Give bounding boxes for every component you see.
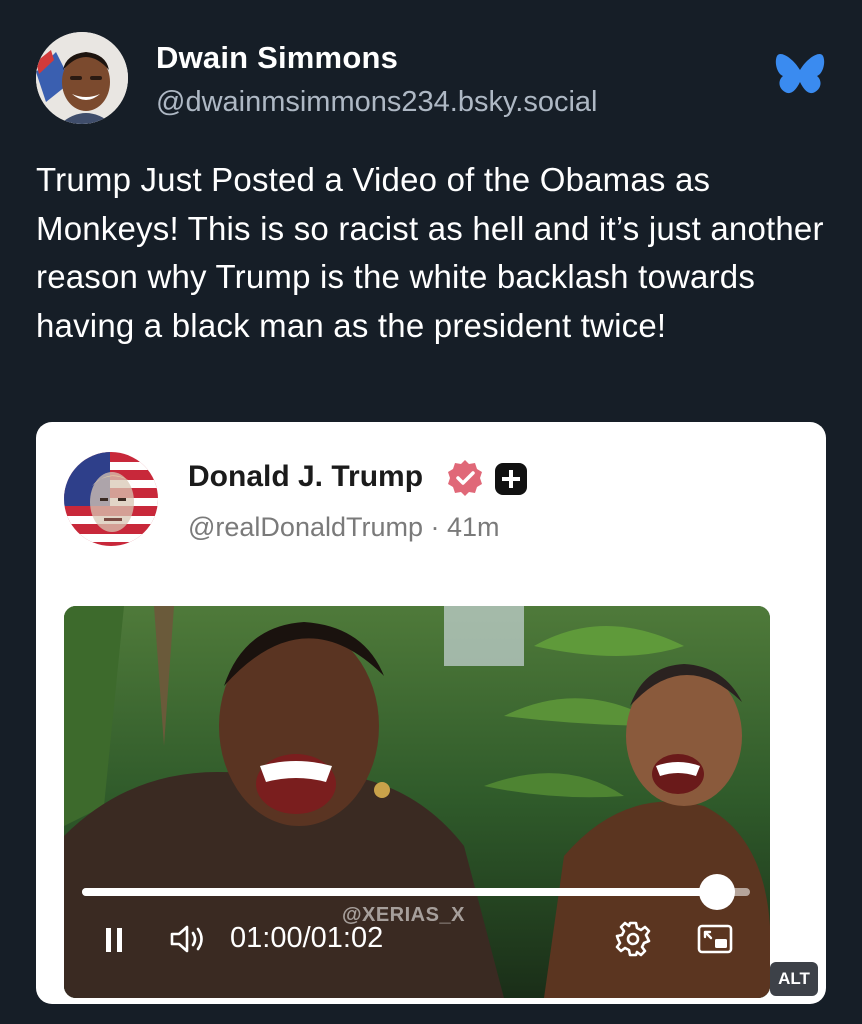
progress-bar[interactable]: [82, 874, 750, 910]
settings-button[interactable]: [614, 920, 652, 958]
gear-icon: [615, 921, 651, 957]
pause-icon: [106, 928, 122, 952]
pause-button[interactable]: [100, 922, 128, 956]
embed-author-handle[interactable]: @realDonaldTrump · 41m: [188, 512, 500, 543]
video-player[interactable]: @XERIAS_X 01:00/01:02: [64, 606, 770, 998]
pip-icon: [697, 924, 733, 954]
embed-author-avatar[interactable]: [64, 452, 158, 546]
embed-author-name[interactable]: Donald J. Trump: [188, 460, 423, 494]
volume-icon: [170, 925, 203, 953]
video-time: 01:00/01:02: [230, 922, 384, 954]
embedded-post[interactable]: Donald J. Trump @realDonaldTrump · 41m @…: [36, 422, 826, 1004]
author-name[interactable]: Dwain Simmons: [156, 40, 398, 76]
post-text: Trump Just Posted a Video of the Obamas …: [36, 161, 824, 344]
bluesky-butterfly-icon[interactable]: [774, 52, 826, 98]
progress-scrubber[interactable]: [698, 874, 735, 910]
author-handle[interactable]: @dwainmsimmons234.bsky.social: [156, 86, 598, 119]
volume-button[interactable]: [168, 922, 212, 956]
verified-badge-icon: [446, 459, 484, 497]
author-avatar[interactable]: [36, 32, 128, 124]
progress-fill: [82, 888, 717, 896]
plus-badge-icon: [494, 462, 528, 496]
post-header: Dwain Simmons @dwainmsimmons234.bsky.soc…: [36, 32, 826, 124]
alt-text-badge[interactable]: ALT: [770, 962, 818, 996]
picture-in-picture-button[interactable]: [696, 922, 734, 956]
